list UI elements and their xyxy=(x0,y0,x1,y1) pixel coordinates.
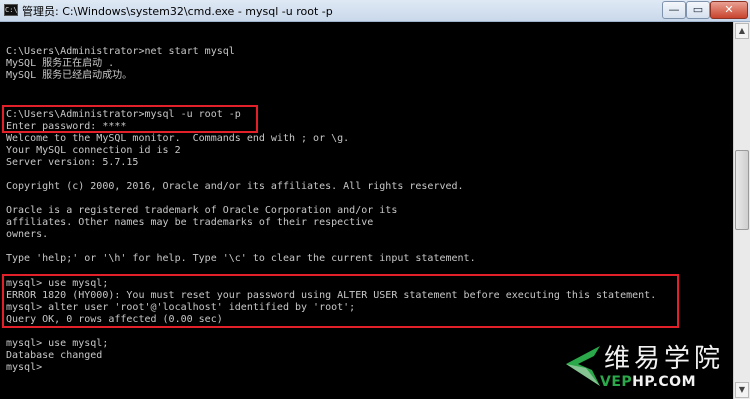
console-line: Welcome to the MySQL monitor. Commands e… xyxy=(6,133,350,144)
console-line: Server version: 5.7.15 xyxy=(6,157,139,168)
scroll-down-arrow-icon[interactable]: ▼ xyxy=(735,382,749,398)
maximize-button[interactable]: ▭ xyxy=(686,1,710,19)
scrollbar-thumb[interactable] xyxy=(735,150,749,230)
console-line: Database changed xyxy=(6,350,103,361)
console-line: mysql> use mysql; xyxy=(6,338,109,349)
watermark-url: VEPHP.COM xyxy=(600,374,697,390)
console-line: owners. xyxy=(6,229,49,240)
minimize-button[interactable]: — xyxy=(662,1,686,19)
watermark-title: 维易学院 xyxy=(604,344,725,374)
watermark: 维易学院 VEPHP.COM xyxy=(556,338,736,396)
console-line: Your MySQL connection id is 2 xyxy=(6,145,181,156)
close-button[interactable]: ✕ xyxy=(710,1,748,19)
highlight-box-login xyxy=(2,105,258,133)
console-line: C:\Users\Administrator>net start mysql xyxy=(6,46,235,57)
cmd-icon[interactable]: C:\ xyxy=(4,4,18,16)
window-title: 管理员: C:\Windows\system32\cmd.exe - mysql… xyxy=(22,5,333,18)
console-line: MySQL 服务已经启动成功。 xyxy=(6,70,133,81)
highlight-box-reset-password xyxy=(2,274,679,328)
title-bar[interactable]: C:\ 管理员: C:\Windows\system32\cmd.exe - m… xyxy=(0,0,750,22)
console-line: Type 'help;' or '\h' for help. Type '\c'… xyxy=(6,253,476,264)
console-line: Copyright (c) 2000, 2016, Oracle and/or … xyxy=(6,181,464,192)
console-line: mysql> xyxy=(6,362,43,373)
console-line: affiliates. Other names may be trademark… xyxy=(6,217,374,228)
scroll-up-arrow-icon[interactable]: ▲ xyxy=(735,23,749,39)
vephp-logo-icon xyxy=(566,346,600,386)
console-line: Oracle is a registered trademark of Orac… xyxy=(6,205,398,216)
console-line: MySQL 服务正在启动 . xyxy=(6,58,115,69)
